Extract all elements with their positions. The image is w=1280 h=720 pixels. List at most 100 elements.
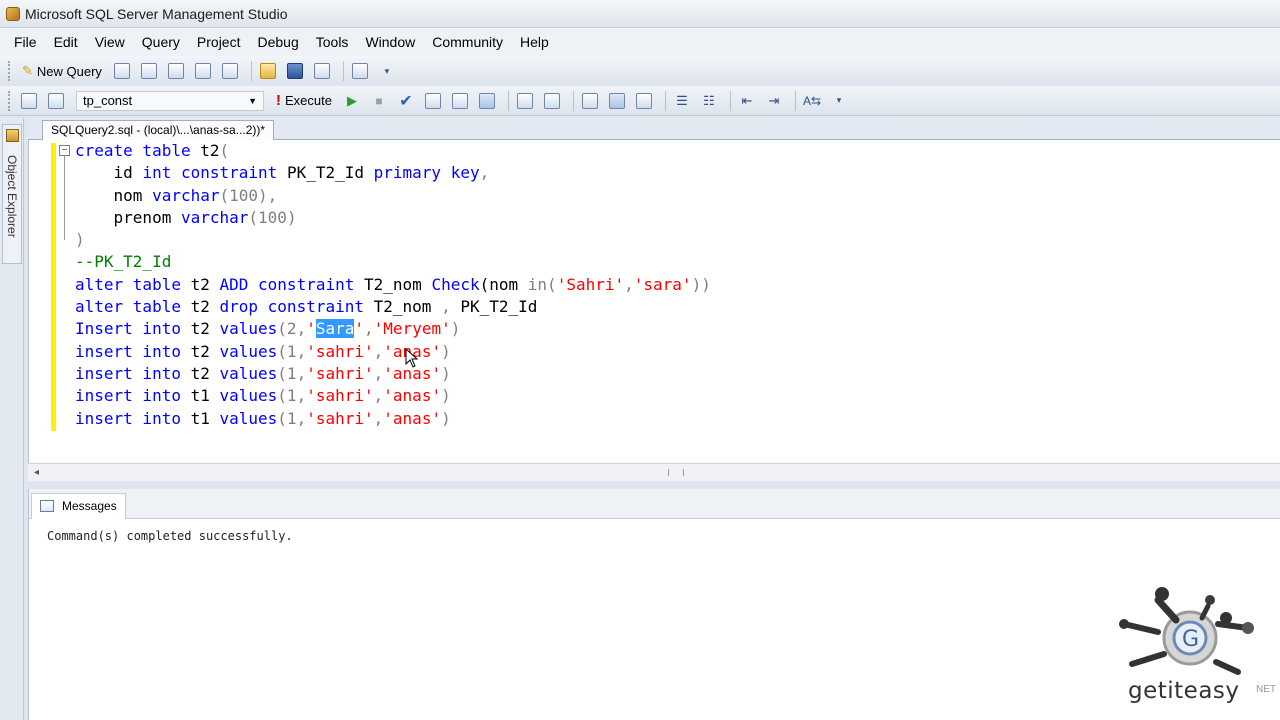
code-line: --PK_T2_Id — [75, 251, 711, 273]
code-token: primary key — [364, 163, 480, 183]
code-token: T2_nom — [364, 274, 432, 294]
database-engine-query-button[interactable] — [111, 60, 133, 82]
change-connection-button[interactable] — [45, 90, 67, 112]
display-estimated-plan-button[interactable] — [422, 90, 444, 112]
code-token: t2 — [190, 363, 220, 383]
menu-tools[interactable]: Tools — [310, 34, 360, 50]
code-token: , — [479, 163, 490, 183]
analysis-query-icon — [140, 63, 157, 79]
print-button[interactable] — [311, 60, 333, 82]
code-token: insert into — [75, 363, 191, 383]
watermark-suffix: NET — [1256, 684, 1276, 695]
execute-button[interactable]: ! Execute — [272, 90, 336, 112]
mdx-query-button[interactable] — [165, 60, 187, 82]
tab-sqlquery2[interactable]: SQLQuery2.sql - (local)\...\anas-sa...2)… — [42, 120, 275, 141]
dmx-query-button[interactable] — [192, 60, 214, 82]
intellisense-button[interactable] — [514, 90, 536, 112]
toolbar-separator — [729, 90, 731, 111]
include-plan-button[interactable] — [541, 90, 563, 112]
code-line: insert into t1 values(1,'sahri','anas') — [75, 408, 711, 430]
new-query-button[interactable]: ✎ New Query — [18, 60, 106, 82]
code-string: ' — [354, 319, 365, 339]
code-string: 'sahri' — [306, 408, 374, 428]
debug-button[interactable]: ▶ — [341, 90, 363, 112]
code-token: values — [219, 363, 278, 383]
pane-splitter[interactable] — [28, 481, 1280, 489]
sql-editor[interactable]: − create table t2( id int constraint PK_… — [28, 140, 1280, 468]
query-designer-button[interactable] — [449, 90, 471, 112]
code-token: PK_T2_Id — [460, 297, 538, 317]
tab-messages[interactable]: Messages — [31, 493, 126, 519]
decrease-indent-button[interactable]: ⇤ — [736, 90, 758, 112]
connect-button[interactable] — [18, 90, 40, 112]
menu-community[interactable]: Community — [426, 34, 514, 50]
watermark-brand: getiteasy — [1128, 678, 1240, 704]
analysis-query-button[interactable] — [138, 60, 160, 82]
window-title: Microsoft SQL Server Management Studio — [25, 5, 288, 22]
menu-project[interactable]: Project — [191, 34, 252, 50]
code-token: prenom — [75, 207, 181, 227]
save-button[interactable] — [284, 60, 306, 82]
code-token: values — [219, 341, 278, 361]
toolbar-separator — [664, 90, 666, 111]
code-token: )) — [691, 274, 711, 294]
code-token: (1, — [277, 363, 307, 383]
code-line: alter table t2 ADD constraint T2_nom Che… — [75, 274, 711, 296]
xmla-query-button[interactable] — [219, 60, 241, 82]
toolbar-grip[interactable] — [8, 61, 12, 81]
toolbar-overflow-button[interactable]: ▾ — [376, 60, 398, 82]
code-line: insert into t1 values(1,'sahri','anas') — [75, 385, 711, 407]
messages-output: Command(s) completed successfully. — [47, 529, 293, 543]
document-tab-row: SQLQuery2.sql - (local)\...\anas-sa...2)… — [28, 118, 1280, 141]
results-to-text-button[interactable] — [579, 90, 601, 112]
activity-monitor-button[interactable] — [349, 60, 371, 82]
database-dropdown[interactable]: tp_const ▼ — [76, 90, 264, 111]
query-options-button[interactable] — [476, 90, 498, 112]
menu-query[interactable]: Query — [136, 34, 191, 50]
code-token: constraint — [171, 163, 287, 183]
code-string: 'Meryem' — [373, 319, 451, 339]
increase-indent-button[interactable]: ⇥ — [763, 90, 785, 112]
outline-line — [64, 156, 65, 240]
code-token: values — [219, 408, 278, 428]
menu-help[interactable]: Help — [514, 34, 560, 50]
menu-window[interactable]: Window — [359, 34, 426, 50]
code-token: ) — [441, 386, 451, 406]
intellisense-icon — [516, 92, 533, 109]
open-file-button[interactable] — [257, 60, 279, 82]
toolbar-separator — [507, 90, 509, 111]
results-to-file-button[interactable] — [633, 90, 655, 112]
uncomment-button[interactable]: ☷ — [698, 90, 720, 112]
sql-editor-toolbar: tp_const ▼ ! Execute ▶ ■ ✔ ☰ ☷ ⇤ ⇥ A⇆ ▾ — [0, 86, 1280, 116]
object-explorer-icon — [6, 129, 19, 142]
object-explorer-label: Object Explorer — [5, 155, 19, 238]
database-value: tp_const — [83, 93, 133, 108]
toolbar-separator — [572, 90, 574, 111]
code-line: create table t2( — [75, 140, 711, 162]
code-token: create table — [75, 141, 201, 160]
code-token: insert into — [75, 408, 191, 428]
comment-out-button[interactable]: ☰ — [671, 90, 693, 112]
scrollbar-grip[interactable] — [668, 469, 684, 476]
code-token: id — [75, 163, 143, 183]
object-explorer-tab[interactable]: Object Explorer — [2, 124, 22, 264]
scroll-left-icon[interactable]: ◂ — [34, 467, 39, 478]
menu-file[interactable]: File — [8, 34, 48, 50]
specify-template-values-button[interactable]: A⇆ — [801, 90, 823, 112]
menu-edit[interactable]: Edit — [48, 34, 89, 50]
results-to-grid-button[interactable] — [606, 90, 628, 112]
code-token: , — [373, 363, 384, 383]
results-file-icon — [635, 92, 652, 109]
parse-button[interactable]: ✔ — [395, 90, 417, 112]
toolbar-overflow-button[interactable]: ▾ — [828, 90, 850, 112]
menu-view[interactable]: View — [89, 34, 136, 50]
code-token: ) — [441, 341, 451, 361]
cancel-query-button[interactable]: ■ — [368, 90, 390, 112]
toolbar-grip[interactable] — [8, 90, 12, 111]
horizontal-scrollbar[interactable]: ◂ — [28, 463, 1280, 481]
code-token: ADD constraint — [219, 274, 364, 294]
collapse-region-icon[interactable]: − — [59, 145, 70, 156]
menu-debug[interactable]: Debug — [251, 34, 309, 50]
code-token: ( — [547, 274, 557, 294]
new-query-label: New Query — [36, 63, 102, 79]
